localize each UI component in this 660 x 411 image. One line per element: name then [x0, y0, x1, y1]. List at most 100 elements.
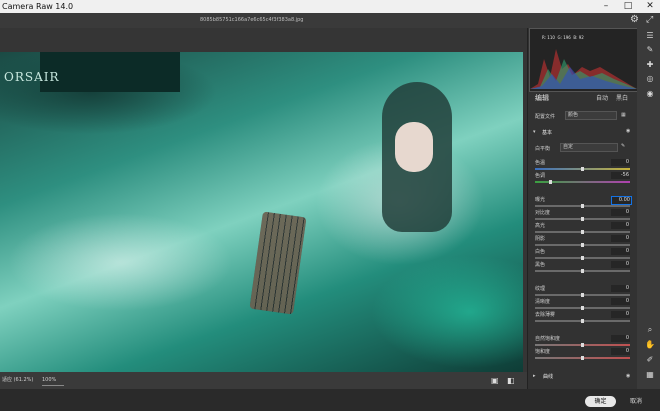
slider-label: 色温 — [535, 160, 546, 166]
white-balance-label: 白平衡 — [535, 146, 551, 152]
slider-thumb[interactable] — [549, 180, 552, 184]
slider-label: 纹理 — [535, 286, 546, 292]
heal-icon[interactable]: ✚ — [645, 60, 655, 70]
bw-button[interactable]: 黑白 — [616, 93, 628, 102]
slider-thumb[interactable] — [581, 167, 584, 171]
profile-value: 颜色 — [568, 112, 579, 118]
slider-thumb[interactable] — [581, 217, 584, 221]
slider-thumb[interactable] — [581, 306, 584, 310]
ok-button[interactable]: 确定 — [585, 396, 616, 407]
slider-thumb[interactable] — [581, 256, 584, 260]
photo-keyboard — [249, 211, 307, 315]
curve-section-title[interactable]: 曲线 — [543, 373, 553, 380]
slider-value[interactable]: 0 — [611, 261, 630, 268]
slider-value[interactable]: 0 — [611, 298, 630, 305]
slider-track[interactable] — [535, 293, 630, 297]
top-bar: 8085b85751c166a7e6c65c4f3f383a8.jpg ⚙ ⤢ — [0, 13, 660, 28]
slider-track[interactable] — [535, 230, 630, 234]
slider-value[interactable]: 0.00 — [611, 196, 632, 205]
view-single-icon[interactable]: ▣ — [491, 376, 500, 385]
file-name: 8085b85751c166a7e6c65c4f3f383a8.jpg — [200, 17, 304, 23]
close-icon[interactable]: ✕ — [640, 0, 660, 13]
slider-thumb[interactable] — [581, 204, 584, 208]
basic-section-title[interactable]: 基本 — [542, 129, 552, 136]
slider-value[interactable]: 0 — [611, 335, 630, 342]
slider-value[interactable]: 0 — [611, 285, 630, 292]
white-balance-select[interactable]: 自定 — [560, 143, 618, 152]
slider-label: 白色 — [535, 249, 546, 255]
hand-tool-icon[interactable]: ✋ — [645, 340, 655, 350]
slider-value[interactable]: 0 — [611, 209, 630, 216]
slider-thumb[interactable] — [581, 319, 584, 323]
slider-thumb[interactable] — [581, 343, 584, 347]
slider-label: 对比度 — [535, 210, 551, 216]
grid-tool-icon[interactable]: ▦ — [645, 370, 655, 380]
maximize-icon[interactable]: □ — [618, 0, 638, 13]
slider-track[interactable] — [535, 356, 630, 360]
slider-track[interactable] — [535, 180, 630, 184]
cancel-button[interactable]: 取消 — [624, 396, 648, 407]
white-balance-value: 自定 — [563, 144, 574, 150]
slider-thumb[interactable] — [581, 269, 584, 273]
profile-select[interactable]: 颜色 — [565, 111, 617, 120]
slider-track[interactable] — [535, 269, 630, 273]
slider-track[interactable] — [535, 319, 630, 323]
slider-thumb[interactable] — [581, 293, 584, 297]
window-titlebar: Camera Raw 14.0 – □ ✕ — [0, 0, 660, 13]
slider-track[interactable] — [535, 204, 630, 208]
edit-title: 编辑 — [535, 94, 549, 102]
slider-value[interactable]: 0 — [611, 235, 630, 242]
slider-track[interactable] — [535, 343, 630, 347]
slider-value[interactable]: 0 — [611, 311, 630, 318]
zoom-tool-icon[interactable]: ⌕ — [645, 325, 655, 335]
bottom-bar — [0, 389, 660, 411]
redeye-icon[interactable]: ◉ — [645, 89, 655, 99]
slider-label: 黑色 — [535, 262, 546, 268]
slider-label: 饱和度 — [535, 349, 551, 355]
slider-value[interactable]: -56 — [611, 172, 630, 179]
sampler-tool-icon[interactable]: ✐ — [645, 355, 655, 365]
visibility-icon[interactable]: ◉ — [626, 128, 630, 134]
eyedropper-icon[interactable]: ✎ — [621, 143, 625, 149]
collapse-curve-icon[interactable]: ▸ — [533, 373, 536, 379]
photo-subject-face — [395, 122, 433, 172]
expand-icon[interactable]: ⤢ — [646, 14, 653, 26]
histogram-b: B: 92 — [573, 35, 584, 40]
slider-value[interactable]: 0 — [611, 348, 630, 355]
image-canvas[interactable]: ORSAIR — [0, 28, 527, 374]
photo-monitor — [40, 52, 180, 92]
slider-value[interactable]: 0 — [611, 159, 630, 166]
app-title: Camera Raw 14.0 — [2, 2, 74, 11]
histogram: R: 110 G: 196 B: 92 — [529, 28, 638, 92]
histogram-readout: R: 110 G: 196 B: 92 — [542, 35, 584, 40]
auto-button[interactable]: 自动 — [596, 93, 608, 102]
slider-value[interactable]: 0 — [611, 248, 630, 255]
profile-browser-icon[interactable]: ▦ — [621, 112, 626, 118]
photo-preview[interactable]: ORSAIR — [0, 52, 523, 374]
slider-thumb[interactable] — [581, 356, 584, 360]
slider-track[interactable] — [535, 256, 630, 260]
slider-track[interactable] — [535, 243, 630, 247]
photo-brand-text: ORSAIR — [4, 70, 60, 84]
slider-label: 清晰度 — [535, 299, 551, 305]
collapse-basic-icon[interactable]: ▾ — [533, 129, 536, 135]
edit-sliders-icon[interactable]: ☰ — [645, 31, 655, 41]
curve-visibility-icon[interactable]: ◉ — [626, 373, 630, 379]
histogram-r: R: 110 — [542, 35, 555, 40]
slider-track[interactable] — [535, 167, 630, 171]
masking-icon[interactable]: ◎ — [645, 74, 655, 84]
slider-track[interactable] — [535, 217, 630, 221]
gear-icon[interactable]: ⚙ — [630, 14, 639, 26]
view-compare-icon[interactable]: ◧ — [507, 376, 516, 385]
slider-track[interactable] — [535, 306, 630, 310]
slider-label: 阴影 — [535, 236, 546, 242]
slider-value[interactable]: 0 — [611, 222, 630, 229]
slider-thumb[interactable] — [581, 230, 584, 234]
brush-icon[interactable]: ✎ — [645, 45, 655, 55]
zoom-select[interactable]: 100% — [42, 375, 64, 386]
zoom-label[interactable]: 适应 (61.2%) — [2, 376, 33, 385]
slider-thumb[interactable] — [581, 243, 584, 247]
slider-label: 曝光 — [535, 197, 546, 203]
minimize-icon[interactable]: – — [596, 0, 616, 13]
slider-label: 去除薄雾 — [535, 312, 556, 318]
